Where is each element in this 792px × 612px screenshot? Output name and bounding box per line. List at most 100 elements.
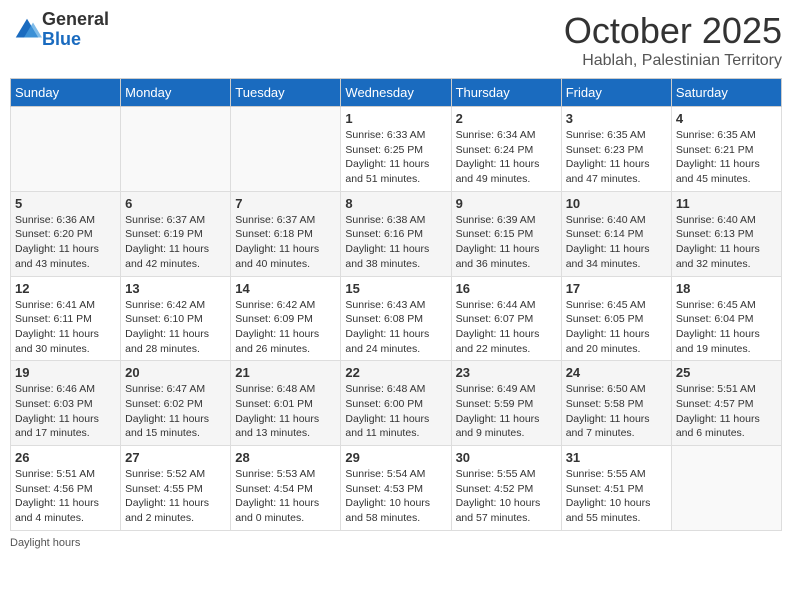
day-info: Sunrise: 6:48 AMSunset: 6:00 PMDaylight:… — [345, 382, 446, 441]
calendar-cell: 6Sunrise: 6:37 AMSunset: 6:19 PMDaylight… — [121, 191, 231, 276]
calendar-cell: 23 Sunrise: 6:49 AMSunset: 5:59 PMDayligh… — [451, 361, 561, 446]
calendar-week-row: 1 Sunrise: 6:33 AMSunset: 6:25 PMDaylight… — [11, 107, 782, 192]
calendar-cell — [671, 446, 781, 531]
day-number: 5 — [15, 196, 116, 211]
day-info: Sunrise: 6:34 AMSunset: 6:24 PMDaylight:… — [456, 128, 557, 187]
day-info: Sunrise: 6:44 AMSunset: 6:07 PMDaylight:… — [456, 298, 557, 357]
day-info: Sunrise: 6:37 AMSunset: 6:19 PMDaylight:… — [125, 213, 226, 272]
day-info: Sunrise: 5:52 AMSunset: 4:55 PMDaylight:… — [125, 467, 226, 526]
day-number: 26 — [15, 450, 116, 465]
footer-note: Daylight hours — [10, 537, 782, 549]
day-number: 2 — [456, 111, 557, 126]
calendar-header-day: Sunday — [11, 79, 121, 107]
calendar-body: 1 Sunrise: 6:33 AMSunset: 6:25 PMDaylight… — [11, 107, 782, 531]
day-number: 25 — [676, 365, 777, 380]
day-info: Sunrise: 6:48 AMSunset: 6:01 PMDaylight:… — [235, 382, 336, 441]
calendar-cell: 24Sunrise: 6:50 AMSunset: 5:58 PMDayligh… — [561, 361, 671, 446]
day-info: Sunrise: 6:45 AMSunset: 6:04 PMDaylight:… — [676, 298, 777, 357]
day-number: 18 — [676, 281, 777, 296]
calendar-week-row: 5 Sunrise: 6:36 AMSunset: 6:20 PMDaylight… — [11, 191, 782, 276]
day-number: 20 — [125, 365, 226, 380]
calendar-cell: 9Sunrise: 6:39 AMSunset: 6:15 PMDaylight… — [451, 191, 561, 276]
day-info: Sunrise: 6:35 AMSunset: 6:21 PMDaylight:… — [676, 128, 777, 187]
calendar-cell: 31 Sunrise: 5:55 AMSunset: 4:51 PMDayligh… — [561, 446, 671, 531]
logo-icon — [12, 15, 42, 45]
calendar-cell: 12 Sunrise: 6:41 AMSunset: 6:11 PMDayligh… — [11, 276, 121, 361]
logo: General Blue — [10, 10, 109, 50]
logo-text: General Blue — [42, 10, 109, 50]
calendar-week-row: 26 Sunrise: 5:51 AMSunset: 4:56 PMDayligh… — [11, 446, 782, 531]
calendar-header-row: SundayMondayTuesdayWednesdayThursdayFrid… — [11, 79, 782, 107]
calendar-cell — [231, 107, 341, 192]
day-number: 14 — [235, 281, 336, 296]
calendar-week-row: 12 Sunrise: 6:41 AMSunset: 6:11 PMDayligh… — [11, 276, 782, 361]
day-number: 23 — [456, 365, 557, 380]
daylight-hours-label: Daylight hours — [10, 537, 80, 549]
day-info: Sunrise: 5:54 AMSunset: 4:53 PMDaylight:… — [345, 467, 446, 526]
calendar-cell: 7 Sunrise: 6:37 AMSunset: 6:18 PMDaylight… — [231, 191, 341, 276]
calendar-table: SundayMondayTuesdayWednesdayThursdayFrid… — [10, 78, 782, 531]
calendar-cell: 20 Sunrise: 6:47 AMSunset: 6:02 PMDayligh… — [121, 361, 231, 446]
calendar-cell: 18 Sunrise: 6:45 AMSunset: 6:04 PMDayligh… — [671, 276, 781, 361]
day-info: Sunrise: 6:38 AMSunset: 6:16 PMDaylight:… — [345, 213, 446, 272]
day-info: Sunrise: 6:41 AMSunset: 6:11 PMDaylight:… — [15, 298, 116, 357]
day-number: 12 — [15, 281, 116, 296]
day-info: Sunrise: 6:40 AMSunset: 6:13 PMDaylight:… — [676, 213, 777, 272]
day-number: 27 — [125, 450, 226, 465]
day-info: Sunrise: 6:46 AMSunset: 6:03 PMDaylight:… — [15, 382, 116, 441]
calendar-cell: 5 Sunrise: 6:36 AMSunset: 6:20 PMDaylight… — [11, 191, 121, 276]
calendar-header-day: Friday — [561, 79, 671, 107]
day-info: Sunrise: 6:50 AMSunset: 5:58 PMDaylight:… — [566, 382, 667, 441]
day-number: 16 — [456, 281, 557, 296]
day-number: 29 — [345, 450, 446, 465]
calendar-cell: 16 Sunrise: 6:44 AMSunset: 6:07 PMDayligh… — [451, 276, 561, 361]
day-number: 8 — [345, 196, 446, 211]
calendar-cell: 21Sunrise: 6:48 AMSunset: 6:01 PMDayligh… — [231, 361, 341, 446]
day-number: 10 — [566, 196, 667, 211]
day-number: 17 — [566, 281, 667, 296]
day-number: 15 — [345, 281, 446, 296]
location-title: Hablah, Palestinian Territory — [564, 52, 782, 70]
day-number: 4 — [676, 111, 777, 126]
calendar-cell — [121, 107, 231, 192]
logo-blue: Blue — [42, 30, 109, 50]
month-title: October 2025 — [564, 10, 782, 52]
day-number: 11 — [676, 196, 777, 211]
title-block: October 2025 Hablah, Palestinian Territo… — [564, 10, 782, 70]
calendar-header-day: Thursday — [451, 79, 561, 107]
calendar-cell: 26 Sunrise: 5:51 AMSunset: 4:56 PMDayligh… — [11, 446, 121, 531]
calendar-header-day: Wednesday — [341, 79, 451, 107]
day-info: Sunrise: 6:47 AMSunset: 6:02 PMDaylight:… — [125, 382, 226, 441]
day-number: 19 — [15, 365, 116, 380]
day-number: 31 — [566, 450, 667, 465]
day-info: Sunrise: 6:36 AMSunset: 6:20 PMDaylight:… — [15, 213, 116, 272]
day-number: 7 — [235, 196, 336, 211]
calendar-cell: 4 Sunrise: 6:35 AMSunset: 6:21 PMDaylight… — [671, 107, 781, 192]
day-number: 13 — [125, 281, 226, 296]
calendar-cell: 10 Sunrise: 6:40 AMSunset: 6:14 PMDayligh… — [561, 191, 671, 276]
calendar-cell: 11 Sunrise: 6:40 AMSunset: 6:13 PMDayligh… — [671, 191, 781, 276]
page-header: General Blue October 2025 Hablah, Palest… — [10, 10, 782, 70]
calendar-week-row: 19 Sunrise: 6:46 AMSunset: 6:03 PMDayligh… — [11, 361, 782, 446]
day-number: 1 — [345, 111, 446, 126]
calendar-cell: 14Sunrise: 6:42 AMSunset: 6:09 PMDayligh… — [231, 276, 341, 361]
day-info: Sunrise: 6:40 AMSunset: 6:14 PMDaylight:… — [566, 213, 667, 272]
day-number: 30 — [456, 450, 557, 465]
calendar-cell: 19 Sunrise: 6:46 AMSunset: 6:03 PMDayligh… — [11, 361, 121, 446]
day-info: Sunrise: 6:33 AMSunset: 6:25 PMDaylight:… — [345, 128, 446, 187]
day-info: Sunrise: 6:42 AMSunset: 6:10 PMDaylight:… — [125, 298, 226, 357]
day-info: Sunrise: 6:49 AMSunset: 5:59 PMDaylight:… — [456, 382, 557, 441]
day-info: Sunrise: 6:39 AMSunset: 6:15 PMDaylight:… — [456, 213, 557, 272]
day-info: Sunrise: 5:55 AMSunset: 4:51 PMDaylight:… — [566, 467, 667, 526]
calendar-cell: 25Sunrise: 5:51 AMSunset: 4:57 PMDayligh… — [671, 361, 781, 446]
calendar-cell: 2 Sunrise: 6:34 AMSunset: 6:24 PMDaylight… — [451, 107, 561, 192]
day-info: Sunrise: 6:37 AMSunset: 6:18 PMDaylight:… — [235, 213, 336, 272]
calendar-cell: 30Sunrise: 5:55 AMSunset: 4:52 PMDayligh… — [451, 446, 561, 531]
day-number: 22 — [345, 365, 446, 380]
day-number: 3 — [566, 111, 667, 126]
day-info: Sunrise: 5:53 AMSunset: 4:54 PMDaylight:… — [235, 467, 336, 526]
calendar-cell: 28Sunrise: 5:53 AMSunset: 4:54 PMDayligh… — [231, 446, 341, 531]
calendar-header-day: Monday — [121, 79, 231, 107]
day-info: Sunrise: 5:51 AMSunset: 4:56 PMDaylight:… — [15, 467, 116, 526]
calendar-cell: 1 Sunrise: 6:33 AMSunset: 6:25 PMDaylight… — [341, 107, 451, 192]
